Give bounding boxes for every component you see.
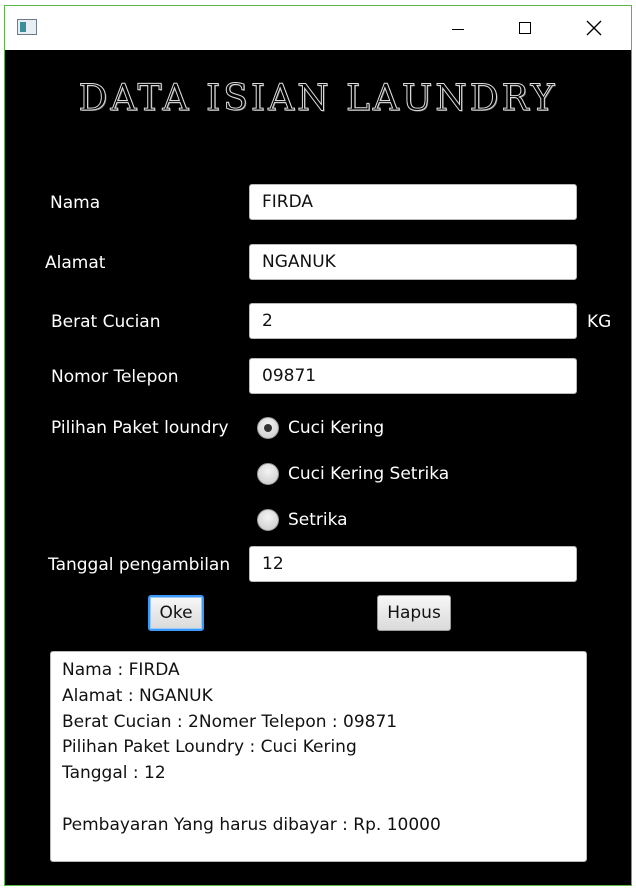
app-icon bbox=[17, 19, 37, 35]
output-textarea[interactable]: Nama : FIRDA Alamat : NGANUK Berat Cucia… bbox=[50, 651, 587, 862]
telepon-label: Nomor Telepon bbox=[51, 367, 179, 387]
radio-option-setrika[interactable]: Setrika bbox=[257, 509, 348, 531]
nama-field[interactable]: FIRDA bbox=[249, 184, 577, 220]
page-title: DATA ISIAN LAUNDRY bbox=[78, 78, 558, 120]
radio-button[interactable] bbox=[257, 463, 279, 485]
app-window: DATA ISIAN LAUNDRY Nama FIRDA Alamat NGA… bbox=[4, 5, 632, 886]
minimize-button[interactable] bbox=[435, 6, 481, 50]
berat-unit-label: KG bbox=[587, 312, 612, 332]
radio-option-cuci-kering-setrika[interactable]: Cuci Kering Setrika bbox=[257, 463, 449, 485]
close-icon bbox=[586, 20, 602, 36]
radio-label: Setrika bbox=[288, 510, 348, 530]
nama-label: Nama bbox=[50, 193, 101, 213]
tanggal-label: Tanggal pengambilan bbox=[48, 555, 231, 575]
telepon-field[interactable]: 09871 bbox=[249, 358, 577, 394]
maximize-icon bbox=[519, 22, 531, 34]
output-line: Berat Cucian : 2Nomer Telepon : 09871 bbox=[62, 711, 398, 732]
radio-button[interactable] bbox=[257, 509, 279, 531]
berat-label: Berat Cucian bbox=[51, 312, 161, 332]
output-line: Tanggal : 12 bbox=[62, 763, 166, 784]
form-panel: DATA ISIAN LAUNDRY Nama FIRDA Alamat NGA… bbox=[5, 50, 631, 885]
maximize-button[interactable] bbox=[502, 6, 548, 50]
output-line: Pilihan Paket Loundry : Cuci Kering bbox=[62, 737, 357, 758]
output-line: Alamat : NGANUK bbox=[62, 685, 213, 706]
minimize-icon bbox=[452, 28, 464, 30]
close-button[interactable] bbox=[571, 6, 617, 50]
output-line: Nama : FIRDA bbox=[62, 660, 180, 680]
alamat-field[interactable]: NGANUK bbox=[249, 244, 577, 280]
hapus-button[interactable]: Hapus bbox=[377, 595, 451, 631]
radio-label: Cuci Kering bbox=[288, 418, 385, 438]
alamat-label: Alamat bbox=[45, 253, 106, 273]
output-line: Pembayaran Yang harus dibayar : Rp. 1000… bbox=[62, 814, 441, 835]
berat-field[interactable]: 2 bbox=[249, 303, 577, 339]
title-bar bbox=[5, 6, 631, 50]
tanggal-field[interactable]: 12 bbox=[249, 546, 577, 582]
paket-label: Pilihan Paket loundry bbox=[51, 418, 229, 438]
radio-button-checked[interactable] bbox=[257, 417, 279, 439]
oke-button[interactable]: Oke bbox=[148, 595, 204, 631]
radio-label: Cuci Kering Setrika bbox=[288, 464, 450, 484]
radio-option-cuci-kering[interactable]: Cuci Kering bbox=[257, 417, 384, 439]
